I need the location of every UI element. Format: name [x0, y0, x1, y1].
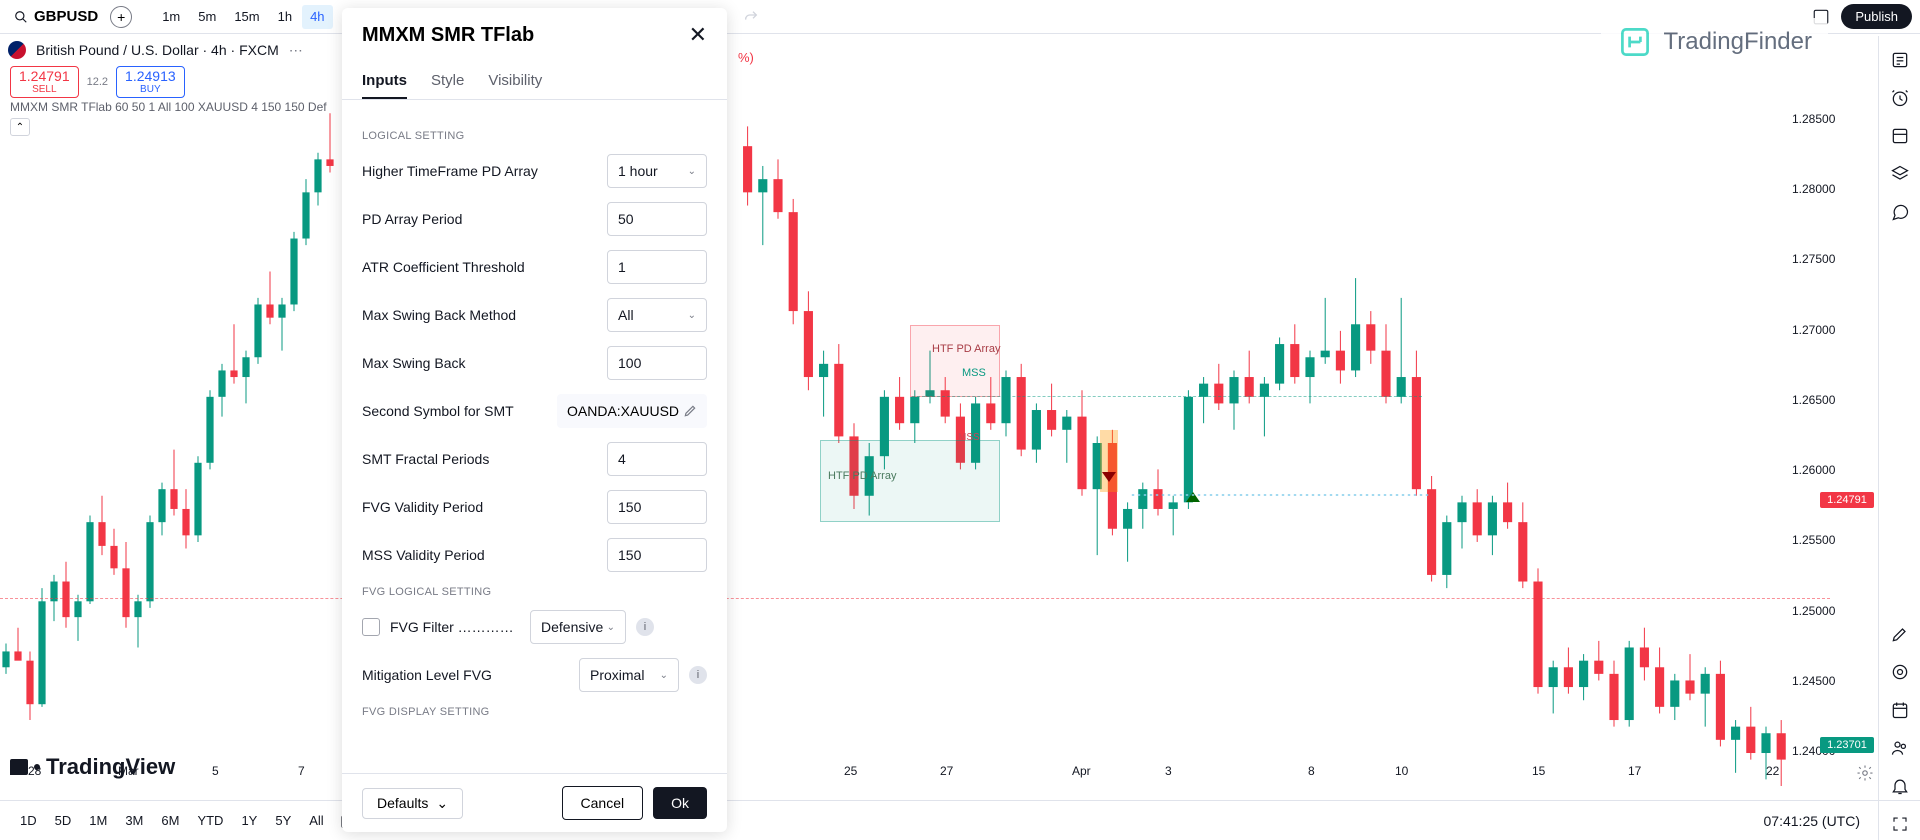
pair-name: British Pound / U.S. Dollar · 4h · FXCM: [36, 42, 279, 58]
tradingfinder-watermark: TradingFinder: [1601, 18, 1828, 66]
pct-change: %): [738, 50, 754, 65]
range-5y[interactable]: 5Y: [267, 809, 299, 832]
ok-button[interactable]: Ok: [653, 787, 707, 819]
swing-method-label: Max Swing Back Method: [362, 307, 597, 323]
publish-button[interactable]: Publish: [1841, 4, 1912, 29]
alerts-clock-icon[interactable]: [1884, 82, 1916, 114]
smt-symbol-field[interactable]: OANDA:XAUUSD: [557, 394, 707, 428]
community-icon[interactable]: [1884, 732, 1916, 764]
atr-input[interactable]: [607, 250, 707, 284]
section-fvg-logical: FVG LOGICAL SETTING: [362, 586, 707, 598]
fvg-filter-info-icon[interactable]: i: [636, 618, 654, 636]
pd-period-input[interactable]: [607, 202, 707, 236]
swing-method-select[interactable]: All⌄: [607, 298, 707, 332]
buy-price-box[interactable]: 1.24913 BUY: [116, 66, 185, 98]
section-fvg-display: FVG DISPLAY SETTING: [362, 706, 707, 718]
tf-5m[interactable]: 5m: [190, 5, 224, 29]
bell-icon[interactable]: [1884, 770, 1916, 802]
fvg-filter-checkbox[interactable]: [362, 618, 380, 636]
tf-1m[interactable]: 1m: [154, 5, 188, 29]
hotlist-icon[interactable]: [1884, 120, 1916, 152]
cancel-button[interactable]: Cancel: [562, 786, 644, 820]
range-ytd[interactable]: YTD: [189, 809, 231, 832]
fvg-validity-label: FVG Validity Period: [362, 499, 597, 515]
range-1d[interactable]: 1D: [12, 809, 45, 832]
range-6m[interactable]: 6M: [153, 809, 187, 832]
section-logical: LOGICAL SETTING: [362, 130, 707, 142]
tradingview-logo: TradingView: [10, 754, 175, 780]
mss-line-green: [912, 396, 1422, 397]
spread-value: 12.2: [87, 76, 108, 88]
add-symbol-button[interactable]: +: [110, 6, 132, 28]
tf-4h[interactable]: 4h: [302, 5, 332, 29]
tf-15m[interactable]: 15m: [226, 5, 267, 29]
range-all[interactable]: All: [301, 809, 331, 832]
swing-back-label: Max Swing Back: [362, 355, 597, 371]
indicator-settings-modal: MMXM SMR TFlab ✕ Inputs Style Visibility…: [342, 8, 727, 832]
smt-symbol-label: Second Symbol for SMT: [362, 403, 547, 419]
target-icon[interactable]: [1884, 656, 1916, 688]
fvg-box-orange: [1100, 430, 1118, 492]
calendar-icon[interactable]: [1884, 694, 1916, 726]
fvg-filter-select[interactable]: Defensive⌄: [530, 610, 626, 644]
modal-close-button[interactable]: ✕: [689, 22, 707, 48]
sell-price-box[interactable]: 1.24791 SELL: [10, 66, 79, 98]
x-axis[interactable]: 28Mar572527Apr3810151722: [0, 764, 1790, 786]
fvg-filter-label: FVG Filter …………: [390, 619, 520, 635]
htf-label: Higher TimeFrame PD Array: [362, 163, 597, 179]
range-5d[interactable]: 5D: [47, 809, 80, 832]
redo-button[interactable]: [737, 3, 765, 31]
modal-title: MMXM SMR TFlab: [362, 24, 534, 47]
mss-validity-label: MSS Validity Period: [362, 547, 597, 563]
flag-icon: [8, 41, 26, 59]
swing-back-input[interactable]: [607, 346, 707, 380]
htf-red-label: HTF PD Array: [932, 343, 1000, 355]
mitigation-info-icon[interactable]: i: [689, 666, 707, 684]
tab-style[interactable]: Style: [431, 64, 464, 99]
y-axis[interactable]: 1.28500 1.28000 1.27500 1.27000 1.26500 …: [1788, 100, 1878, 786]
range-3m[interactable]: 3M: [117, 809, 151, 832]
tab-visibility[interactable]: Visibility: [488, 64, 542, 99]
utc-clock[interactable]: 07:41:25 (UTC): [1764, 813, 1860, 829]
mitigation-select[interactable]: Proximal⌄: [579, 658, 679, 692]
price-tag-current: 1.24791: [1820, 492, 1874, 508]
marker-sell-icon: [1102, 472, 1116, 482]
right-toolbar: [1878, 36, 1920, 840]
smt-fractal-label: SMT Fractal Periods: [362, 451, 597, 467]
symbol-ticker: GBPUSD: [34, 8, 98, 25]
last-price-line: [0, 598, 1830, 599]
htf-green-label: HTF PD Array: [828, 470, 896, 482]
search-icon: [14, 10, 28, 24]
mss-red-label: MSS: [958, 432, 980, 443]
dotted-level-line: [1130, 493, 1430, 497]
layers-icon[interactable]: [1884, 158, 1916, 190]
watchlist-icon[interactable]: [1884, 44, 1916, 76]
drawing-tools-icon[interactable]: [1884, 618, 1916, 650]
mss-green-label: MSS: [962, 367, 986, 379]
fvg-validity-input[interactable]: [607, 490, 707, 524]
htf-pd-array-red: [910, 325, 1000, 397]
range-1y[interactable]: 1Y: [233, 809, 265, 832]
symbol-search[interactable]: GBPUSD: [8, 6, 104, 27]
chart-area[interactable]: HTF PD Array MSS HTF PD Array MSS: [0, 100, 1878, 786]
tab-inputs[interactable]: Inputs: [362, 64, 407, 99]
price-tag-last: 1.23701: [1820, 737, 1874, 753]
bottom-range-bar: 1D 5D 1M 3M 6M YTD 1Y 5Y All 07:41:25 (U…: [0, 800, 1920, 840]
timeframe-group: 1m 5m 15m 1h 4h ⌄: [154, 5, 361, 29]
pd-period-label: PD Array Period: [362, 211, 597, 227]
tf-1h[interactable]: 1h: [270, 5, 300, 29]
edit-icon: [683, 404, 697, 418]
htf-select[interactable]: 1 hour⌄: [607, 154, 707, 188]
chart-settings-icon[interactable]: [1856, 764, 1874, 782]
smt-fractal-input[interactable]: [607, 442, 707, 476]
defaults-button[interactable]: Defaults⌄: [362, 788, 463, 819]
mitigation-label: Mitigation Level FVG: [362, 667, 569, 683]
atr-label: ATR Coefficient Threshold: [362, 259, 597, 275]
mss-validity-input[interactable]: [607, 538, 707, 572]
chat-icon[interactable]: [1884, 196, 1916, 228]
range-1m[interactable]: 1M: [81, 809, 115, 832]
